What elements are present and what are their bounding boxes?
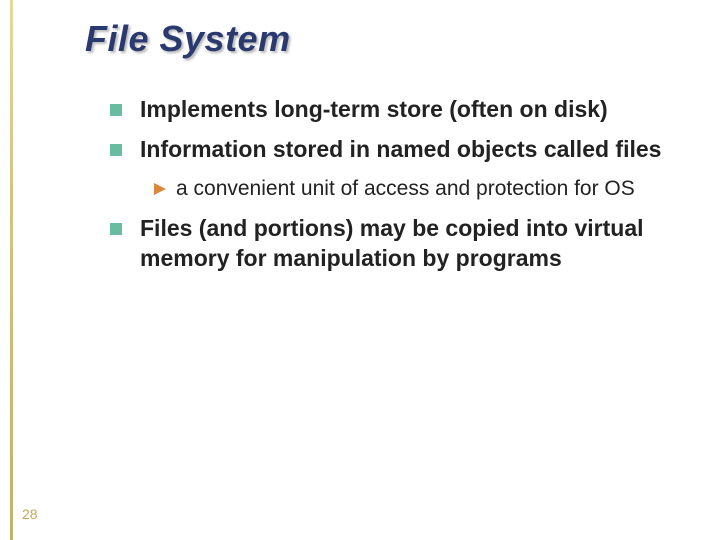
sub-bullet-text: a convenient unit of access and protecti… (176, 175, 680, 202)
slide-container: File System Implements long-term store (… (0, 0, 720, 540)
slide-body: Implements long-term store (often on dis… (110, 95, 680, 284)
bullet-text: Information stored in named objects call… (140, 135, 680, 165)
bullet-item: Information stored in named objects call… (110, 135, 680, 165)
arrow-bullet-icon (154, 183, 166, 195)
square-bullet-icon (110, 223, 122, 235)
bullet-text: Files (and portions) may be copied into … (140, 214, 680, 274)
page-number: 28 (22, 506, 38, 522)
slide-title: File System (85, 18, 291, 60)
bullet-text: Implements long-term store (often on dis… (140, 95, 680, 125)
square-bullet-icon (110, 144, 122, 156)
sub-bullet-item: a convenient unit of access and protecti… (154, 175, 680, 202)
bullet-item: Implements long-term store (often on dis… (110, 95, 680, 125)
square-bullet-icon (110, 104, 122, 116)
bullet-item: Files (and portions) may be copied into … (110, 214, 680, 274)
